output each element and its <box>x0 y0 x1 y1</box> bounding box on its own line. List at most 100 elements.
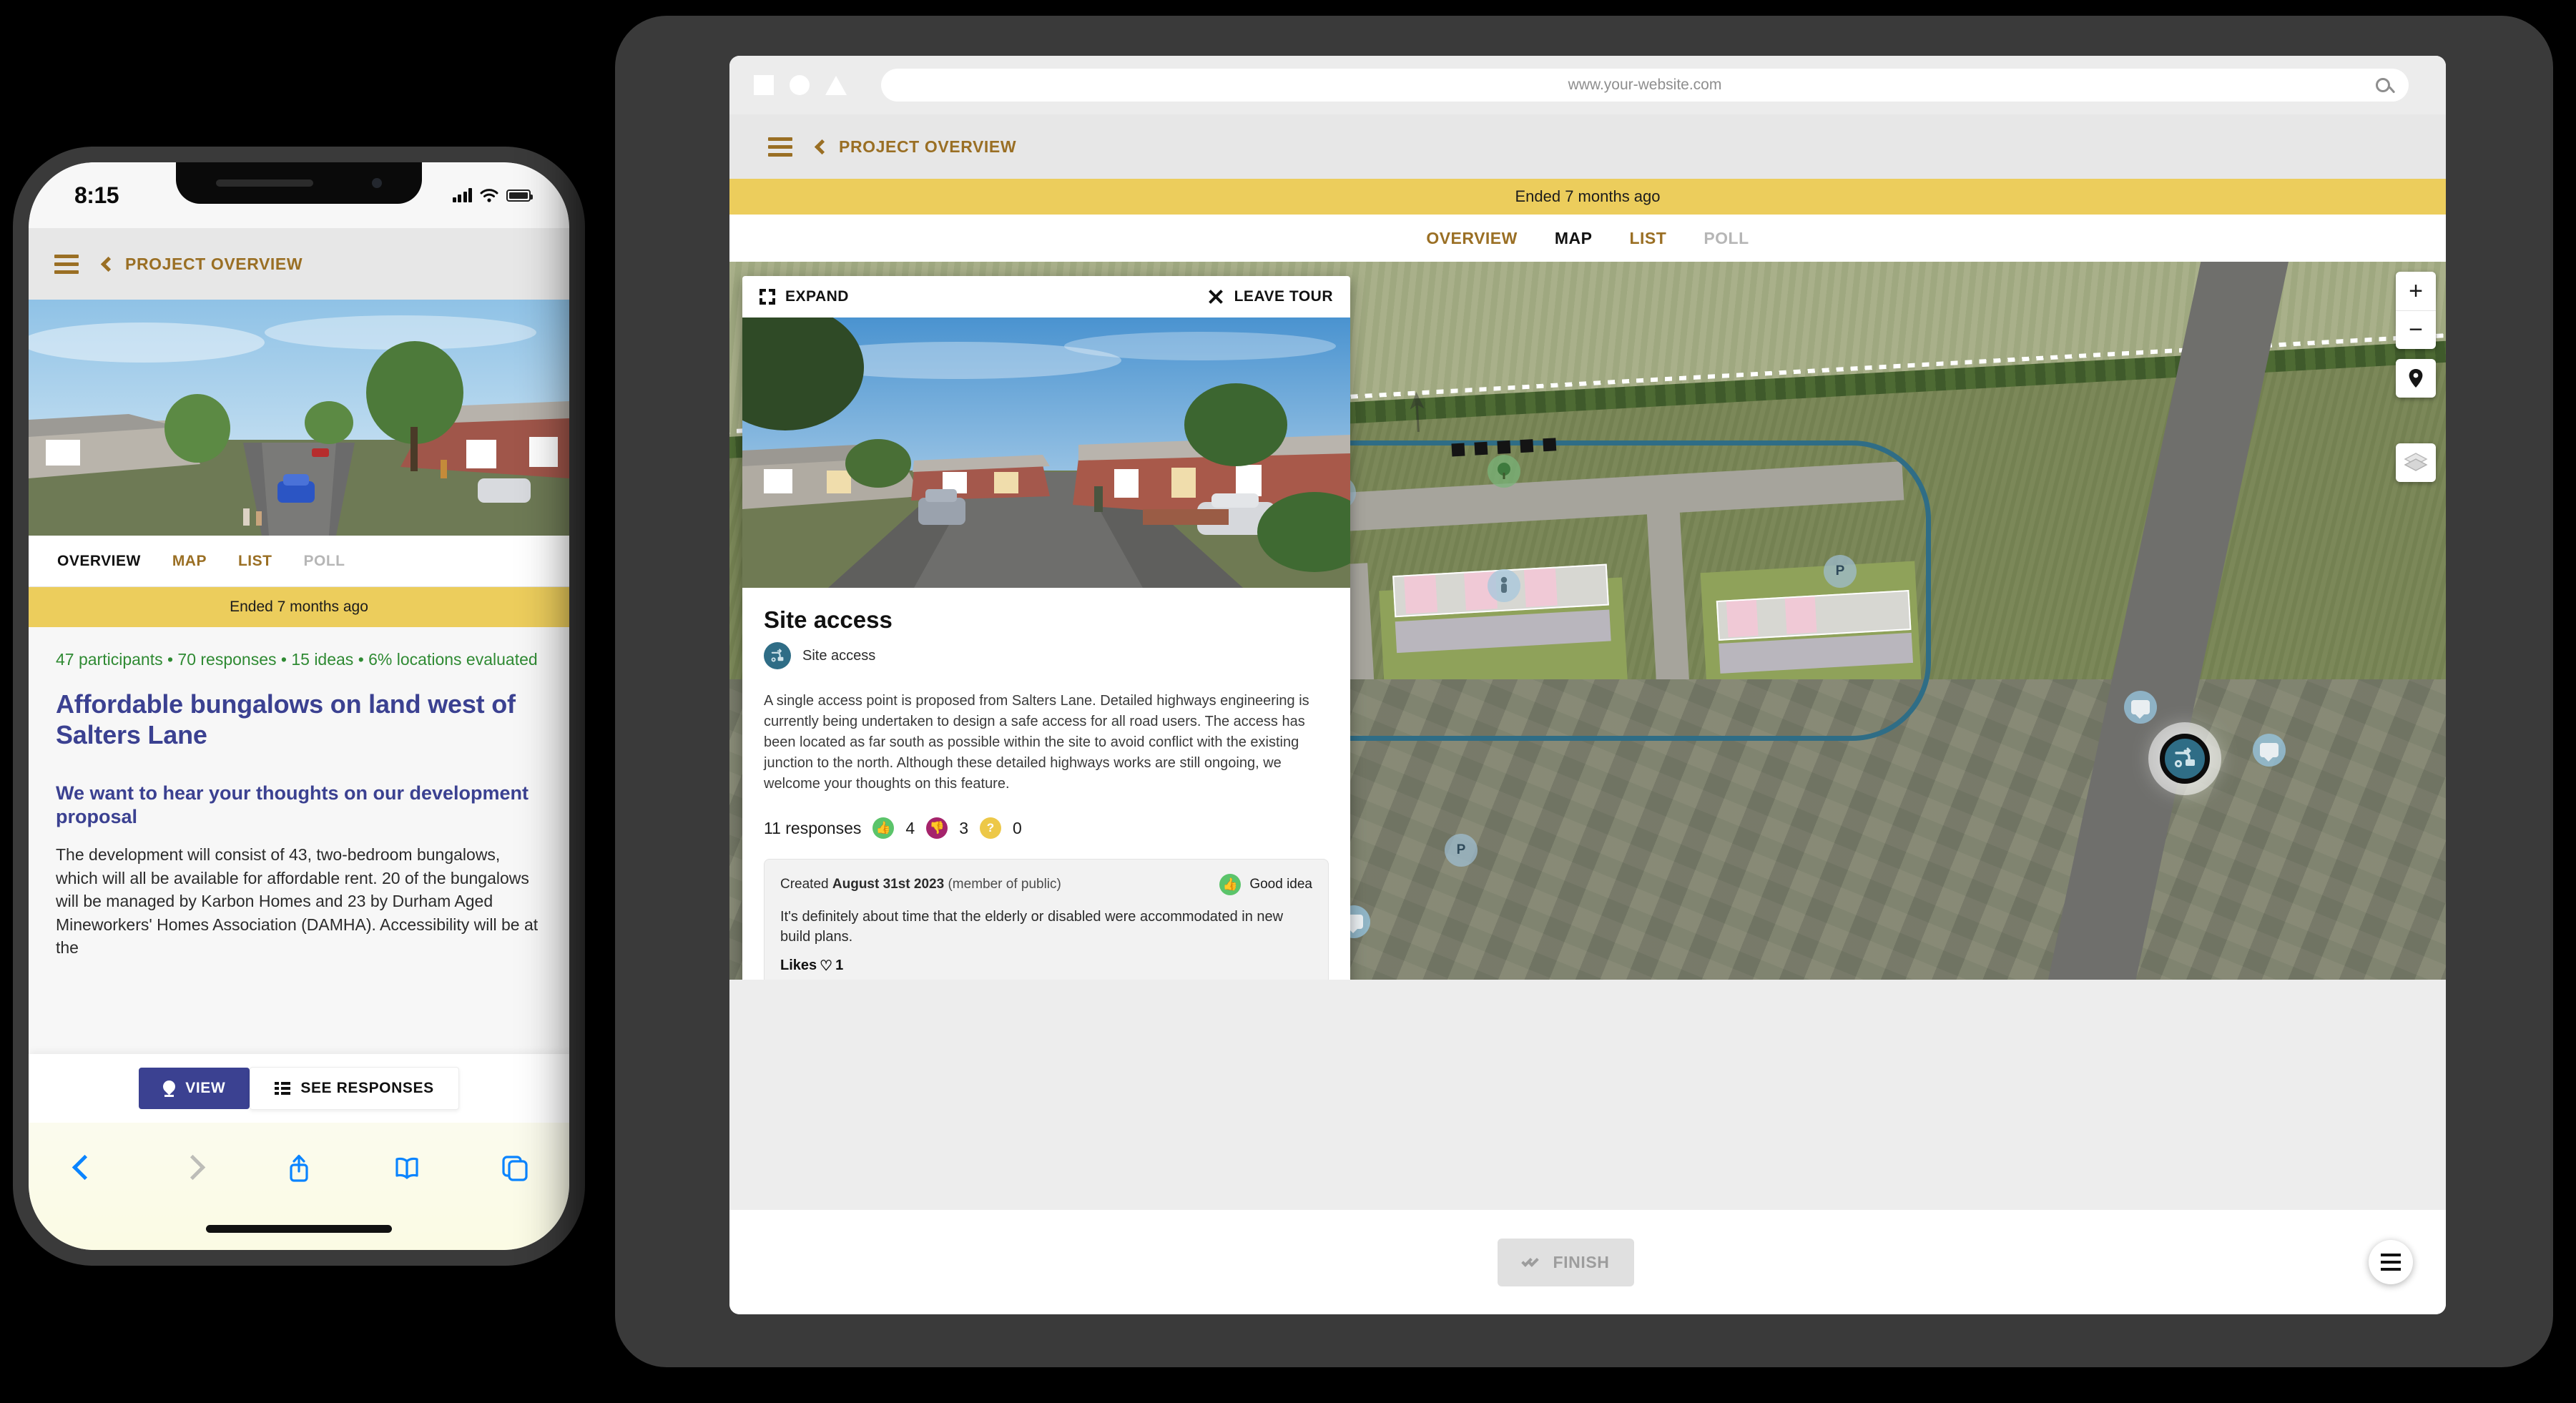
phone-notch <box>176 162 422 204</box>
square-icon <box>754 75 774 95</box>
tab-list[interactable]: LIST <box>238 553 272 570</box>
map-canvas[interactable]: P P P P <box>729 262 2446 980</box>
phone-screen: 8:15 PROJECT OVERVIEW OVERVIEW MAP LIST … <box>29 162 569 1250</box>
see-responses-button[interactable]: SEE RESPONSES <box>250 1067 459 1110</box>
chevron-left-icon <box>814 139 830 154</box>
leave-tour-button[interactable]: LEAVE TOUR <box>1207 288 1333 305</box>
tab-overview[interactable]: OVERVIEW <box>57 553 141 570</box>
tour-heading: Site access <box>764 606 893 633</box>
menu-fab-button[interactable] <box>2369 1240 2413 1284</box>
expand-icon <box>759 289 775 305</box>
map-marker-tree[interactable] <box>1488 455 1520 488</box>
finish-button[interactable]: FINISH <box>1497 1238 1634 1286</box>
cellular-signal-icon <box>452 188 472 202</box>
url-text: www.your-website.com <box>1568 77 1722 93</box>
phone-device-frame: 8:15 PROJECT OVERVIEW OVERVIEW MAP LIST … <box>13 147 585 1266</box>
thumbs-up-icon: 👍 <box>1219 874 1242 895</box>
comment-card: Created August 31st 2023 (member of publ… <box>764 859 1329 980</box>
map-locate-control <box>2396 359 2436 398</box>
question-count: 0 <box>1012 818 1022 837</box>
map-zoom-controls: + − <box>2396 272 2436 349</box>
tour-panel: EXPAND LEAVE TOUR Site access Site acces… <box>742 276 1350 980</box>
map-marker-active-site-access[interactable] <box>2160 734 2210 784</box>
wifi-icon <box>480 189 498 202</box>
breadcrumb-label: PROJECT OVERVIEW <box>839 137 1017 156</box>
map-marker-person[interactable] <box>1488 569 1520 602</box>
status-icons <box>452 188 533 202</box>
tablet-app-bar: PROJECT OVERVIEW <box>729 114 2446 179</box>
question-icon: ? <box>979 817 1001 839</box>
comment-likes[interactable]: Likes ♡ 1 <box>780 957 1312 975</box>
page-subtitle: We want to hear your thoughts on our dev… <box>56 782 529 827</box>
battery-icon <box>506 189 533 202</box>
map-marker-comment[interactable] <box>2124 691 2157 724</box>
junction-icon <box>2174 747 2195 768</box>
map-marker-parking[interactable]: P <box>1824 555 1857 588</box>
map-marker-parking[interactable]: P <box>1445 834 1478 867</box>
tour-paragraph: A single access point is proposed from S… <box>764 693 1309 792</box>
layers-icon[interactable] <box>2396 443 2436 482</box>
zoom-out-button[interactable]: − <box>2396 310 2436 349</box>
expand-label: EXPAND <box>785 288 849 305</box>
tab-map[interactable]: MAP <box>172 553 207 570</box>
tab-overview[interactable]: OVERVIEW <box>1426 229 1518 248</box>
book-icon[interactable] <box>390 1151 423 1184</box>
hamburger-menu-icon[interactable] <box>54 254 79 274</box>
tour-category-chip: Site access <box>764 642 1329 669</box>
home-indicator <box>206 1225 392 1233</box>
map-marker-comment[interactable] <box>2253 734 2286 767</box>
see-responses-label: SEE RESPONSES <box>300 1080 434 1096</box>
circle-icon <box>790 75 810 95</box>
comment-badge-label: Good idea <box>1249 877 1312 892</box>
screenshot-stage: 8:15 PROJECT OVERVIEW OVERVIEW MAP LIST … <box>0 0 2576 1403</box>
zoom-in-button[interactable]: + <box>2396 272 2436 310</box>
page-paragraph: The development will consist of 43, two-… <box>56 845 539 958</box>
participation-stats: 47 participants • 70 responses • 15 idea… <box>56 650 538 669</box>
view-button-label: VIEW <box>185 1080 226 1096</box>
map-layers-control <box>2396 443 2436 482</box>
tablet-bottom-bar: FINISH <box>729 1210 2446 1314</box>
comment-meta: Created August 31st 2023 (member of publ… <box>780 877 1061 892</box>
phone-status-banner: Ended 7 months ago <box>29 587 569 627</box>
share-icon[interactable] <box>282 1151 315 1184</box>
status-time: 8:15 <box>74 182 119 208</box>
breadcrumb-back-button[interactable]: PROJECT OVERVIEW <box>100 255 303 274</box>
comment-header: Created August 31st 2023 (member of publ… <box>780 874 1312 895</box>
tour-responses-summary: 11 responses 👍 4 👎 3 ? 0 <box>764 817 1329 839</box>
tab-poll[interactable]: POLL <box>1704 229 1749 248</box>
breadcrumb-back-button[interactable]: PROJECT OVERVIEW <box>814 137 1017 157</box>
earpiece-speaker <box>216 179 313 187</box>
thumbs-up-icon: 👍 <box>872 817 895 839</box>
comment-created-date: August 31st 2023 <box>832 877 945 892</box>
tour-category-label: Site access <box>802 647 876 664</box>
comment-created-prefix: Created <box>780 877 829 892</box>
front-camera <box>372 178 382 188</box>
tour-hero-image <box>742 317 1350 588</box>
comment-bubble-icon <box>2131 700 2150 719</box>
browser-chrome: www.your-website.com <box>729 56 2446 114</box>
hamburger-menu-icon[interactable] <box>768 137 792 157</box>
url-bar[interactable]: www.your-website.com <box>881 69 2409 102</box>
finish-label: FINISH <box>1553 1252 1610 1271</box>
likes-count: 1 <box>835 958 844 973</box>
close-icon <box>1207 288 1224 305</box>
expand-button[interactable]: EXPAND <box>759 288 849 305</box>
tab-map[interactable]: MAP <box>1555 229 1593 248</box>
search-icon[interactable] <box>2376 78 2390 92</box>
tab-list[interactable]: LIST <box>1629 229 1666 248</box>
responses-count-label: 11 responses <box>764 818 862 837</box>
tab-poll[interactable]: POLL <box>303 553 345 570</box>
tabs-icon[interactable] <box>498 1151 531 1184</box>
map-pin-icon <box>163 1080 175 1097</box>
leave-tour-label: LEAVE TOUR <box>1234 288 1333 305</box>
safari-forward-icon[interactable] <box>175 1151 208 1184</box>
tablet-screen: www.your-website.com PROJECT OVERVIEW En… <box>729 56 2446 1314</box>
view-button[interactable]: VIEW <box>139 1068 250 1109</box>
list-icon <box>275 1082 290 1095</box>
locate-pin-icon[interactable] <box>2396 359 2436 398</box>
safari-back-icon[interactable] <box>67 1151 100 1184</box>
tour-panel-body: Site access Site access A single access … <box>742 588 1350 980</box>
thumbs-down-icon: 👎 <box>926 817 948 839</box>
likes-label: Likes <box>780 958 817 973</box>
north-arrow-icon <box>1400 388 1435 439</box>
